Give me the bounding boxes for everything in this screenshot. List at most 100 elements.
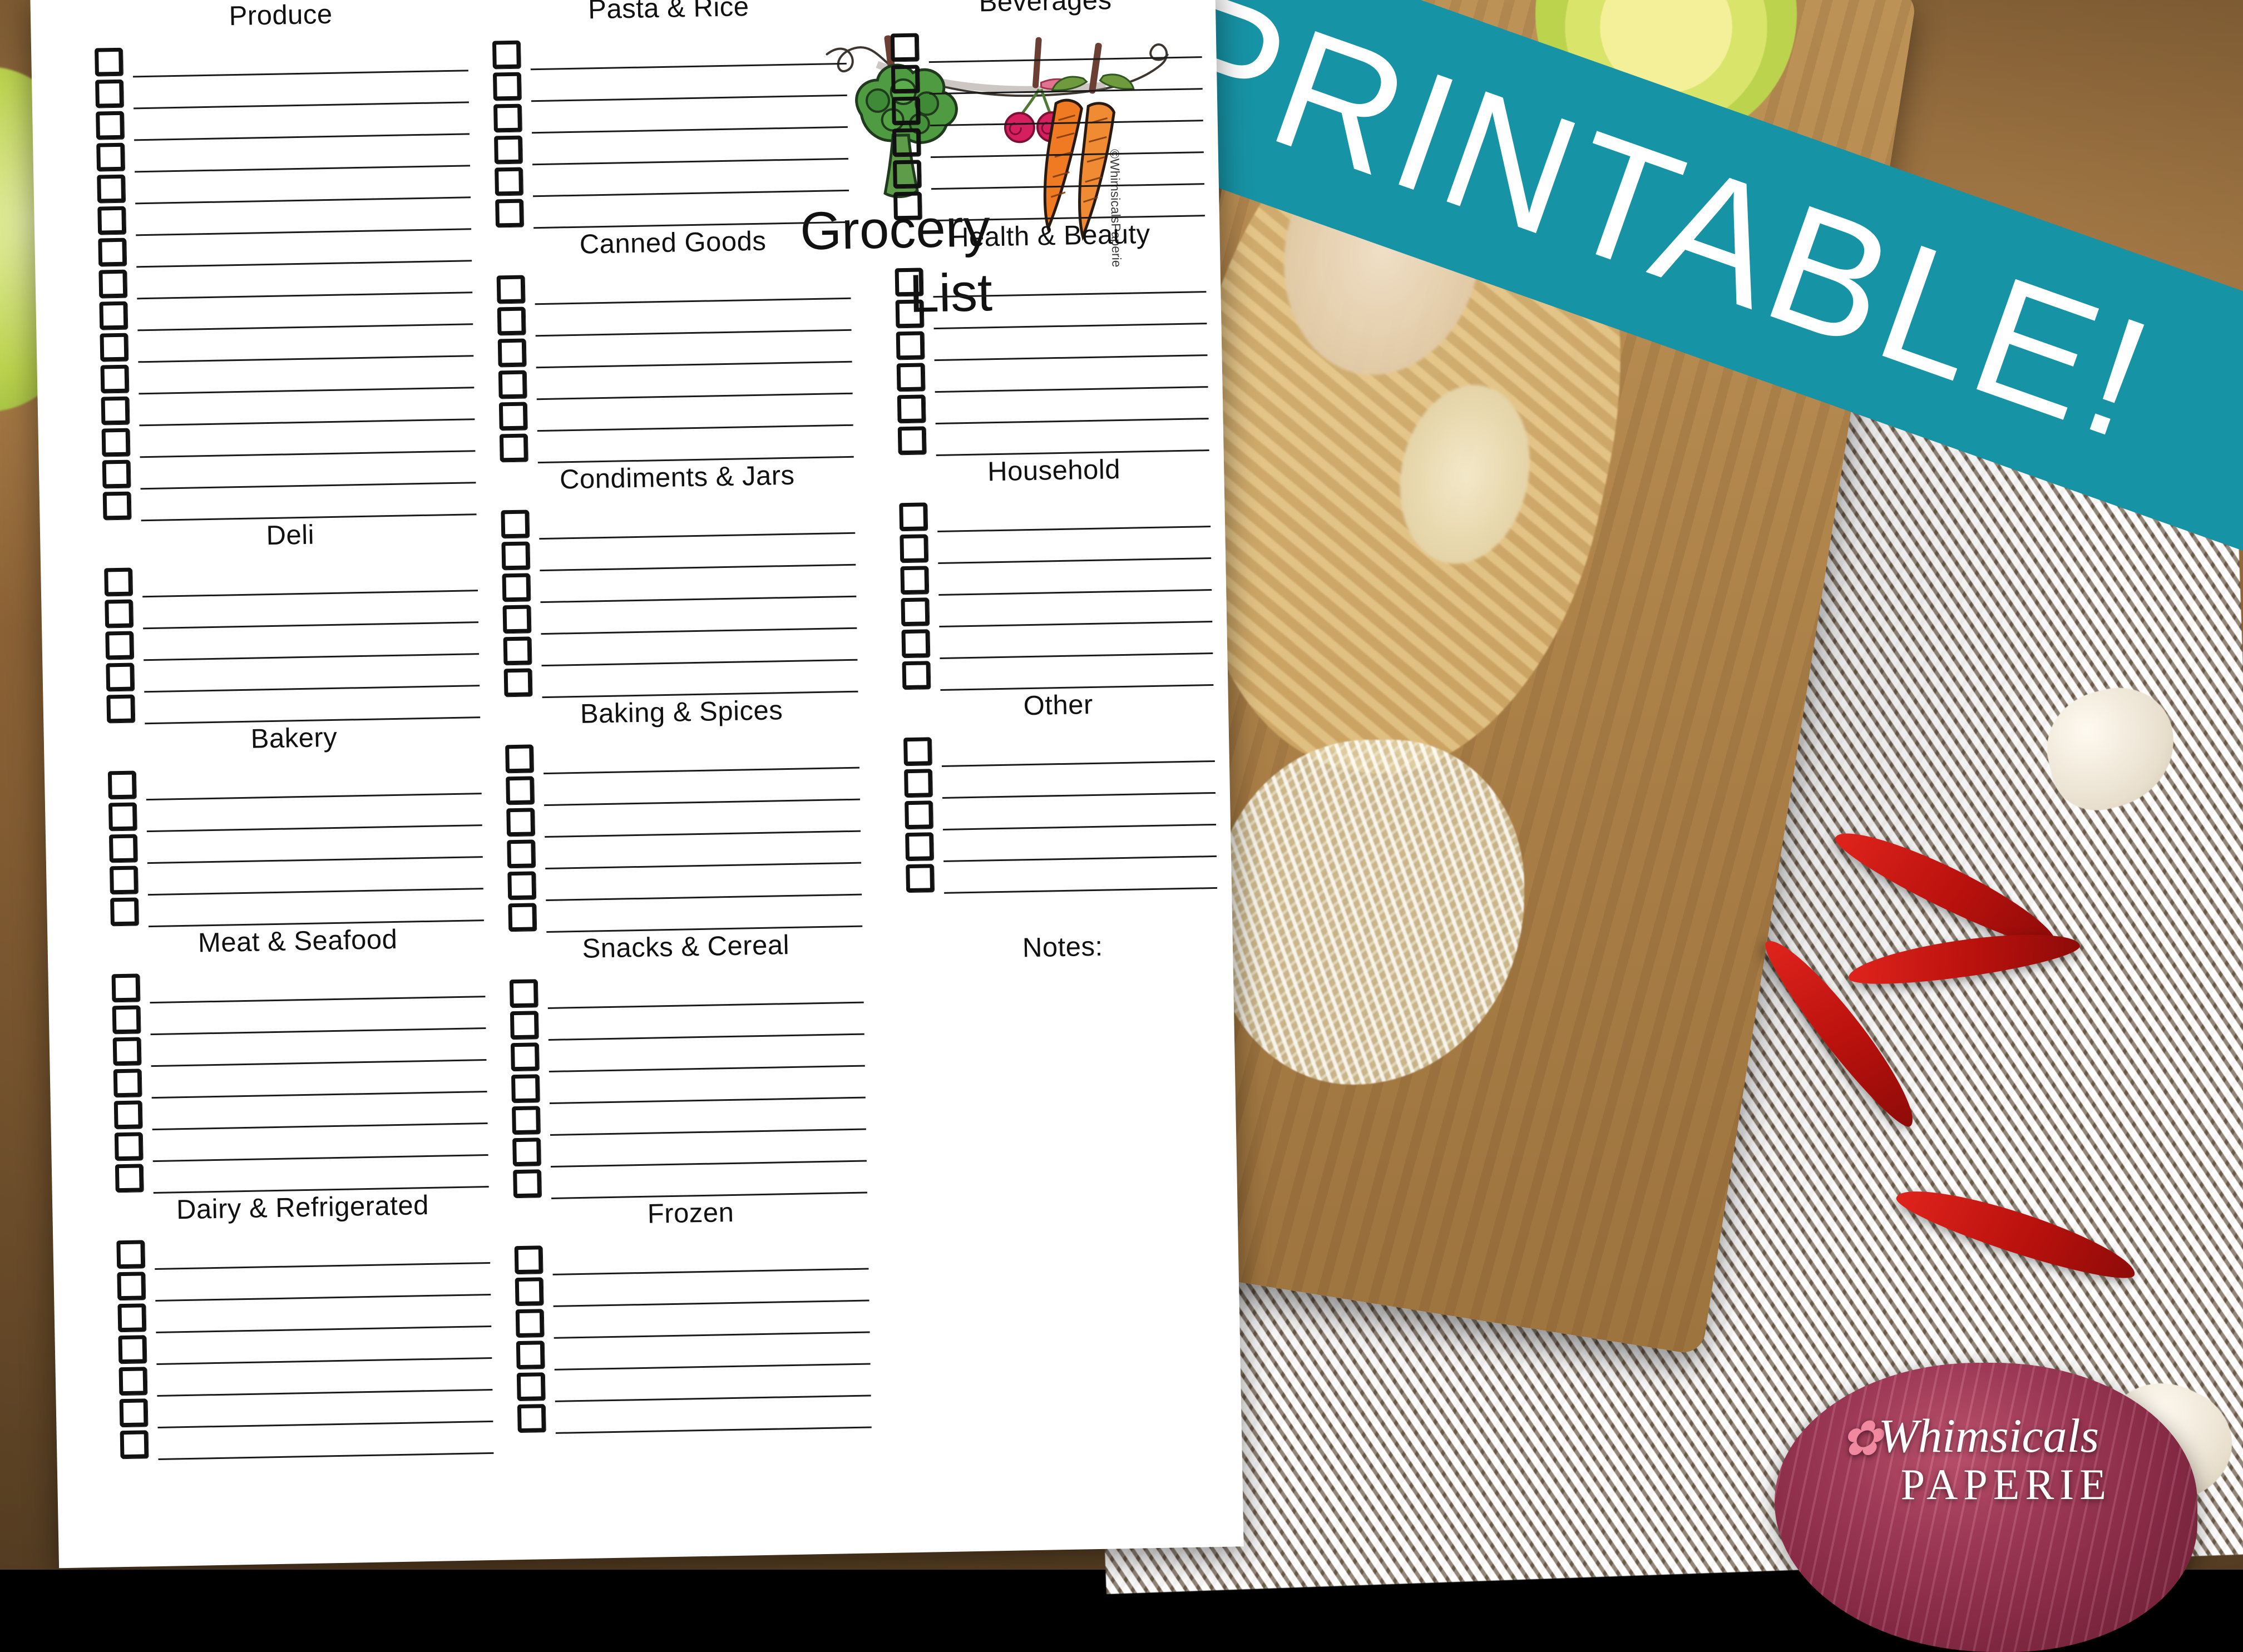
checkbox-icon[interactable] xyxy=(108,802,137,831)
checkbox-icon[interactable] xyxy=(895,268,923,296)
checkbox-icon[interactable] xyxy=(110,865,138,894)
checkbox-icon[interactable] xyxy=(510,1011,539,1040)
checkbox-icon[interactable] xyxy=(893,191,922,220)
list-item[interactable] xyxy=(901,624,1213,661)
checkbox-icon[interactable] xyxy=(501,510,530,538)
checkbox-icon[interactable] xyxy=(111,973,140,1002)
checkbox-icon[interactable] xyxy=(891,96,920,125)
checkbox-icon[interactable] xyxy=(108,834,137,863)
checkbox-icon[interactable] xyxy=(113,1069,142,1097)
checkbox-icon[interactable] xyxy=(506,808,535,837)
checkbox-icon[interactable] xyxy=(100,333,129,362)
checkbox-icon[interactable] xyxy=(499,402,528,431)
list-item[interactable] xyxy=(898,497,1211,534)
checkbox-icon[interactable] xyxy=(101,428,130,457)
list-item[interactable] xyxy=(903,763,1216,800)
checkbox-icon[interactable] xyxy=(501,541,530,570)
list-item[interactable] xyxy=(120,1423,494,1462)
checkbox-icon[interactable] xyxy=(100,364,129,393)
checkbox-icon[interactable] xyxy=(498,338,526,367)
checkbox-icon[interactable] xyxy=(99,301,128,330)
write-in-line[interactable] xyxy=(943,887,1218,894)
checkbox-icon[interactable] xyxy=(513,1169,542,1198)
list-item[interactable] xyxy=(903,731,1215,769)
checkbox-icon[interactable] xyxy=(515,1277,544,1306)
checkbox-icon[interactable] xyxy=(503,668,532,697)
list-item[interactable] xyxy=(896,325,1208,363)
checkbox-icon[interactable] xyxy=(905,864,934,893)
checkbox-icon[interactable] xyxy=(493,72,522,101)
list-item[interactable] xyxy=(900,560,1212,597)
checkbox-icon[interactable] xyxy=(107,770,136,799)
checkbox-icon[interactable] xyxy=(905,832,933,861)
checkbox-icon[interactable] xyxy=(95,79,123,108)
list-item[interactable] xyxy=(899,528,1212,566)
checkbox-icon[interactable] xyxy=(892,128,921,157)
checkbox-icon[interactable] xyxy=(113,1100,142,1129)
checkbox-icon[interactable] xyxy=(892,160,921,189)
checkbox-icon[interactable] xyxy=(96,111,125,140)
checkbox-icon[interactable] xyxy=(512,1137,541,1166)
checkbox-icon[interactable] xyxy=(506,776,535,805)
list-item[interactable] xyxy=(893,186,1205,223)
checkbox-icon[interactable] xyxy=(97,174,126,203)
checkbox-icon[interactable] xyxy=(112,1005,141,1034)
checkbox-icon[interactable] xyxy=(891,65,920,93)
checkbox-icon[interactable] xyxy=(514,1245,543,1274)
list-item[interactable] xyxy=(891,91,1203,128)
checkbox-icon[interactable] xyxy=(492,40,521,69)
list-item[interactable] xyxy=(897,421,1209,458)
checkbox-icon[interactable] xyxy=(118,1335,147,1364)
checkbox-icon[interactable] xyxy=(897,426,926,455)
checkbox-icon[interactable] xyxy=(494,135,523,164)
checkbox-icon[interactable] xyxy=(896,331,925,360)
checkbox-icon[interactable] xyxy=(510,979,538,1008)
checkbox-icon[interactable] xyxy=(497,306,526,335)
checkbox-icon[interactable] xyxy=(118,1367,147,1396)
checkbox-icon[interactable] xyxy=(112,1037,141,1066)
checkbox-icon[interactable] xyxy=(511,1042,540,1071)
checkbox-icon[interactable] xyxy=(902,661,930,690)
write-in-line[interactable] xyxy=(158,1452,494,1460)
checkbox-icon[interactable] xyxy=(493,103,522,132)
checkbox-icon[interactable] xyxy=(115,1164,144,1193)
checkbox-icon[interactable] xyxy=(903,737,932,766)
checkbox-icon[interactable] xyxy=(901,629,930,658)
checkbox-icon[interactable] xyxy=(502,605,531,634)
checkbox-icon[interactable] xyxy=(110,897,139,926)
checkbox-icon[interactable] xyxy=(102,459,131,488)
list-item[interactable] xyxy=(896,357,1208,394)
checkbox-icon[interactable] xyxy=(98,238,127,266)
checkbox-icon[interactable] xyxy=(511,1074,540,1103)
checkbox-icon[interactable] xyxy=(900,566,928,595)
checkbox-icon[interactable] xyxy=(114,1132,143,1161)
checkbox-icon[interactable] xyxy=(517,1404,546,1433)
checkbox-icon[interactable] xyxy=(117,1303,146,1332)
checkbox-icon[interactable] xyxy=(503,636,532,665)
list-item[interactable] xyxy=(905,858,1218,896)
list-item[interactable] xyxy=(890,27,1202,65)
list-item[interactable] xyxy=(895,262,1207,299)
checkbox-icon[interactable] xyxy=(507,871,536,900)
checkbox-icon[interactable] xyxy=(495,199,524,227)
checkbox-icon[interactable] xyxy=(106,662,135,691)
checkbox-icon[interactable] xyxy=(502,573,531,602)
checkbox-icon[interactable] xyxy=(507,839,536,868)
checkbox-icon[interactable] xyxy=(903,769,932,798)
checkbox-icon[interactable] xyxy=(516,1309,544,1338)
checkbox-icon[interactable] xyxy=(498,370,527,399)
checkbox-icon[interactable] xyxy=(119,1398,148,1427)
checkbox-icon[interactable] xyxy=(512,1106,541,1135)
checkbox-icon[interactable] xyxy=(896,363,925,392)
checkbox-icon[interactable] xyxy=(102,491,131,520)
list-item[interactable] xyxy=(892,122,1204,160)
list-item[interactable] xyxy=(891,59,1203,96)
checkbox-icon[interactable] xyxy=(890,33,919,62)
list-item[interactable] xyxy=(904,795,1216,832)
checkbox-icon[interactable] xyxy=(104,567,133,596)
checkbox-icon[interactable] xyxy=(105,631,134,660)
checkbox-icon[interactable] xyxy=(495,167,523,196)
checkbox-icon[interactable] xyxy=(505,744,534,773)
list-item[interactable] xyxy=(895,294,1207,331)
checkbox-icon[interactable] xyxy=(95,47,123,76)
